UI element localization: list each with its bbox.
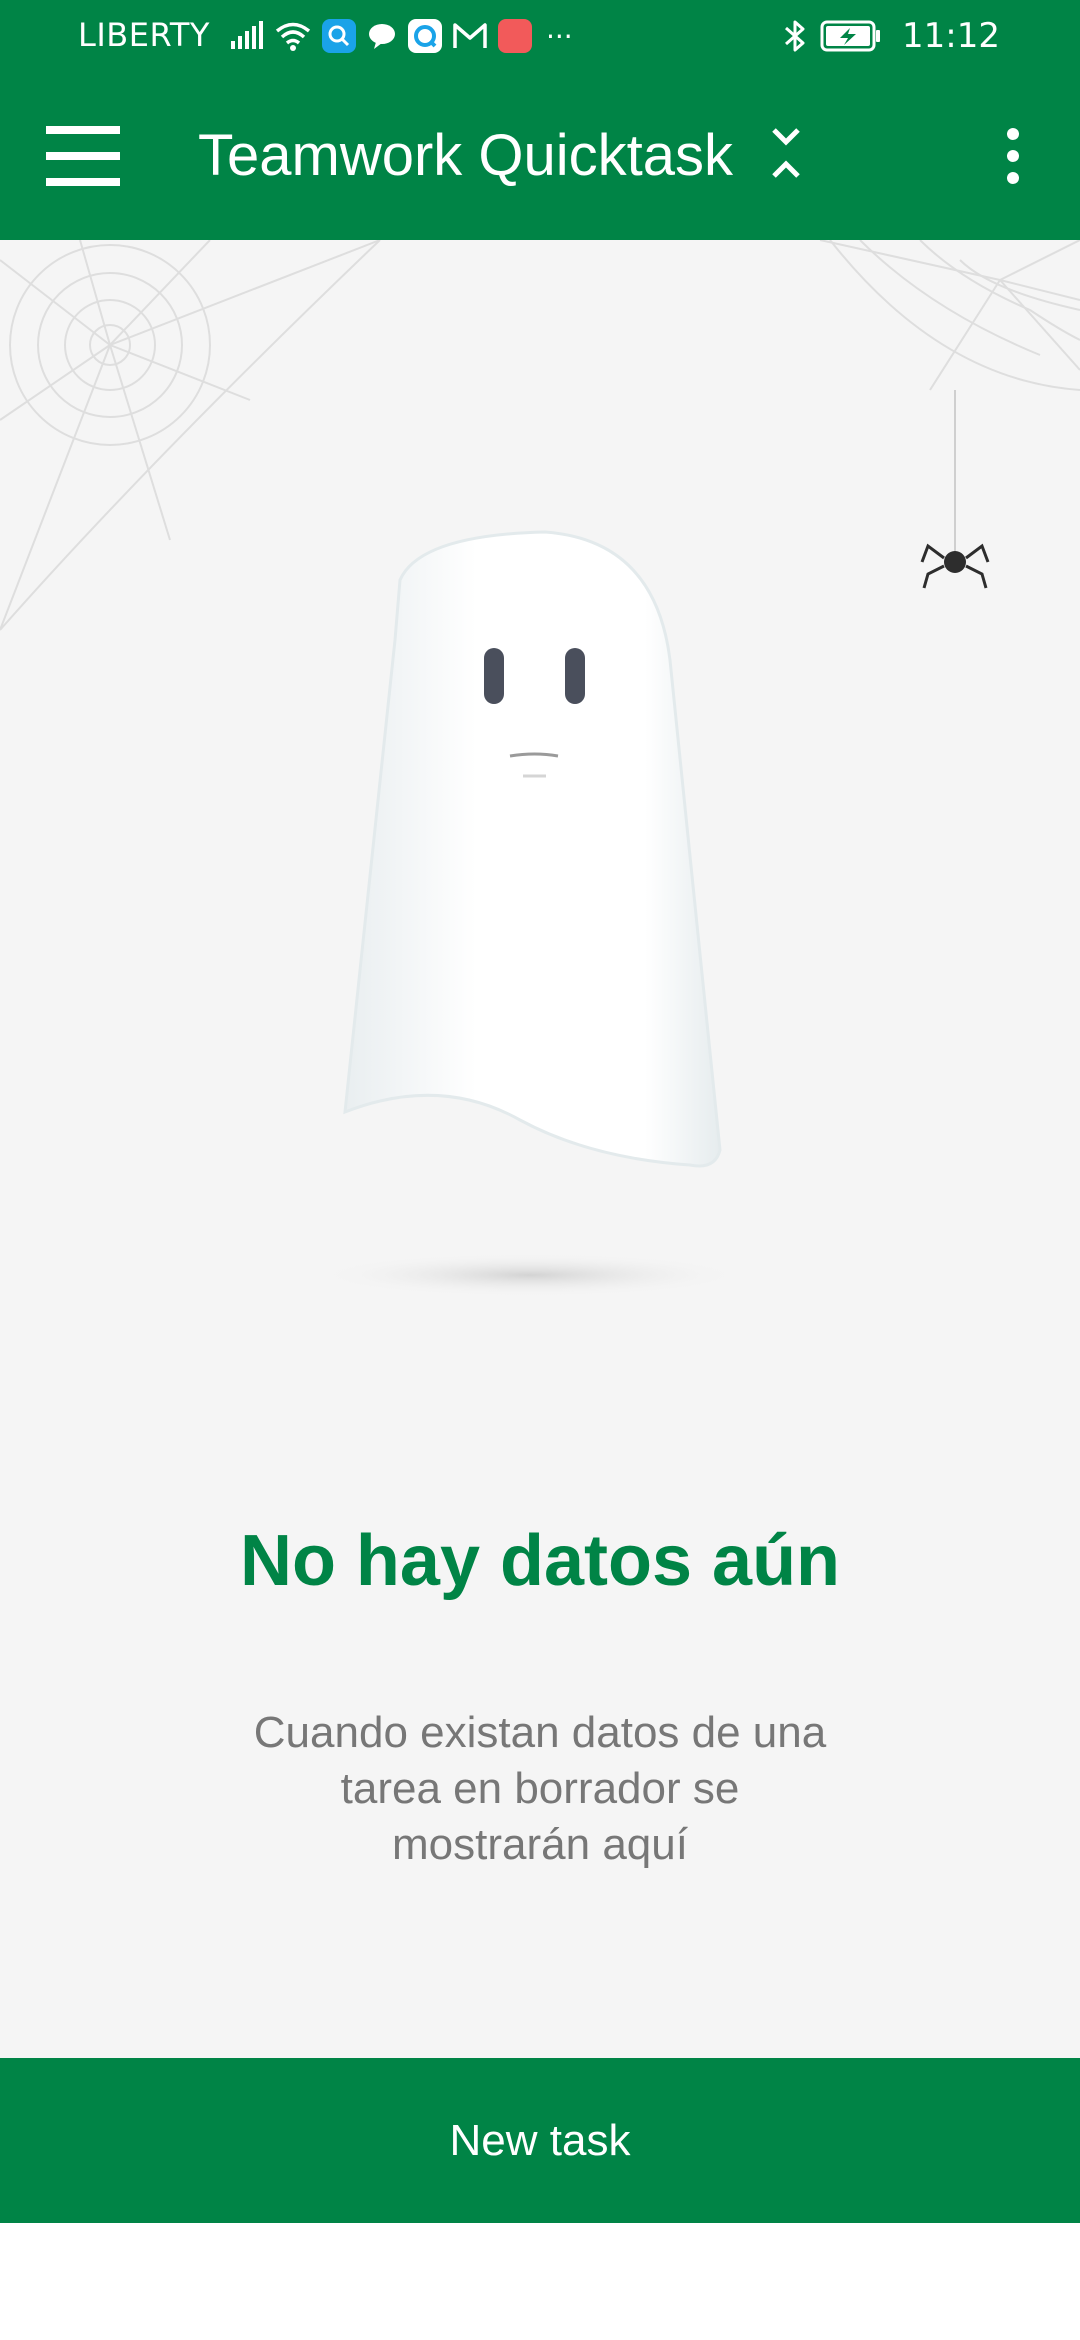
bluetooth-icon xyxy=(785,20,805,52)
system-icons: 11:12 xyxy=(782,14,1000,58)
left-cobweb xyxy=(0,240,381,631)
status-bar: LIBERTY ··· 11:12 xyxy=(0,0,1080,74)
more-notifications-indicator: ··· xyxy=(546,19,573,53)
clock: 11:12 xyxy=(902,16,1000,56)
qq-app-icon xyxy=(408,19,442,53)
menu-button[interactable] xyxy=(40,116,126,196)
notification-icons: ··· xyxy=(230,14,573,58)
wifi-icon xyxy=(275,22,311,51)
carrier-name: LIBERTY xyxy=(78,16,210,54)
screen: LIBERTY ··· 11:12 Teamwork Quicktask No … xyxy=(0,0,1080,2340)
app-title[interactable]: Teamwork Quicktask xyxy=(198,122,733,189)
collapse-chevrons-icon[interactable] xyxy=(766,126,806,186)
huawei-app-icon xyxy=(498,19,532,53)
signal-icon xyxy=(231,21,263,49)
chat-bubble-icon xyxy=(369,24,395,49)
right-cobweb xyxy=(819,240,1080,391)
more-vertical-icon xyxy=(1007,128,1019,184)
ghost-illustration xyxy=(0,240,1080,1297)
gmail-icon xyxy=(453,23,487,48)
empty-state-description: Cuando existan datos de una tarea en bor… xyxy=(253,1708,827,1869)
empty-state-content: No hay datos aún Cuando existan datos de… xyxy=(0,240,1080,2058)
search-app-icon xyxy=(322,19,356,53)
empty-state-title: No hay datos aún xyxy=(239,1521,841,1601)
top-bar: LIBERTY ··· 11:12 Teamwork Quicktask xyxy=(0,0,1080,240)
hamburger-menu-icon xyxy=(46,126,120,186)
app-bar: Teamwork Quicktask xyxy=(0,90,1080,220)
more-options-button[interactable] xyxy=(984,118,1042,194)
spider-icon xyxy=(920,390,990,589)
battery-charging-icon xyxy=(820,20,881,52)
new-task-button[interactable]: New task xyxy=(0,2058,1080,2223)
bottom-area xyxy=(0,2223,1080,2340)
ghost-body xyxy=(343,530,722,1168)
